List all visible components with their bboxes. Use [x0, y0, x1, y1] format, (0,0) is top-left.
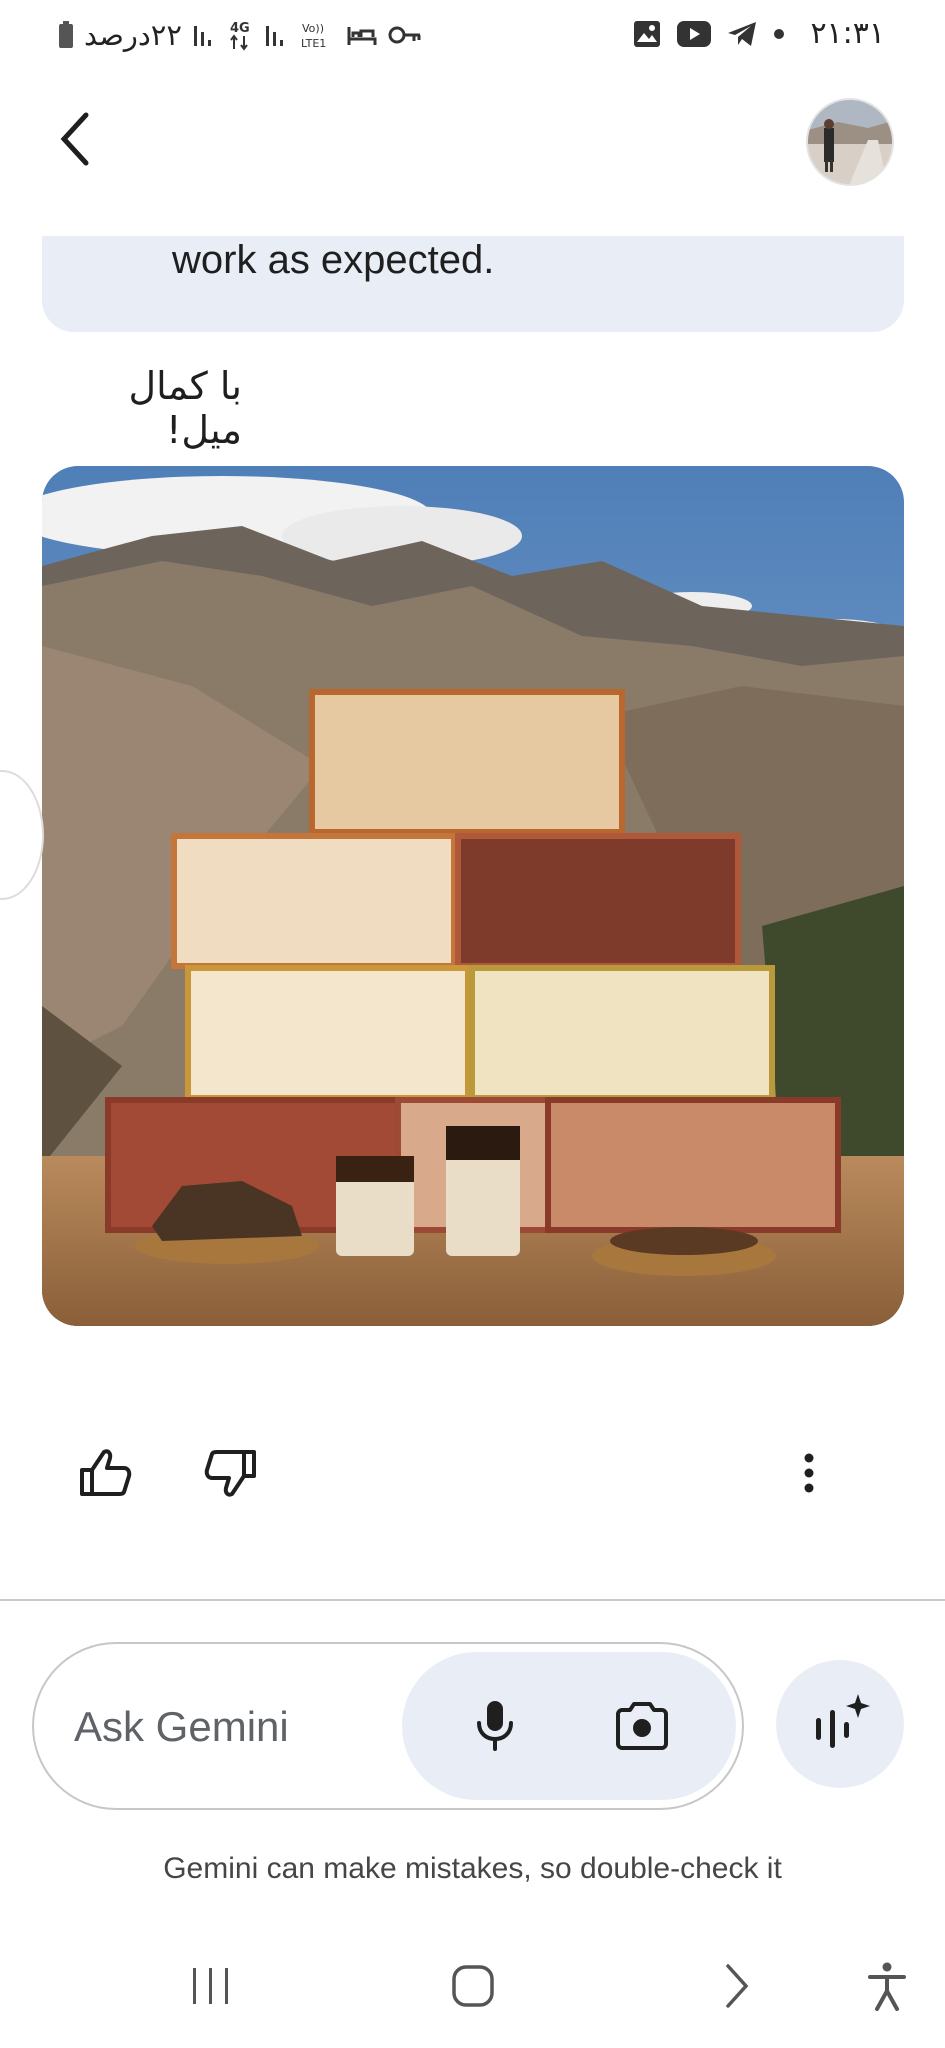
- status-time: ۲۱:۳۱: [810, 16, 885, 51]
- svg-text:Vo)): Vo)): [302, 22, 324, 35]
- more-vert-icon: [804, 1453, 814, 1493]
- svg-text:LTE1: LTE1: [301, 37, 326, 50]
- chevron-left-icon: [60, 112, 89, 166]
- back-nav-button[interactable]: [692, 1946, 782, 2026]
- gemini-live-button[interactable]: [776, 1660, 904, 1788]
- back-icon: [726, 1964, 749, 2008]
- signal-icon: [193, 26, 211, 46]
- assistant-reply-text: با کمال میل!: [128, 364, 242, 452]
- gallery-icon: [634, 21, 660, 47]
- home-icon: [452, 1965, 494, 2007]
- composer-divider: [0, 1599, 945, 1601]
- volte-icon: Vo)) LTE1: [301, 22, 326, 50]
- composer: [32, 1642, 744, 1810]
- ask-gemini-input[interactable]: [74, 1688, 394, 1766]
- microphone-icon: [477, 1701, 513, 1751]
- back-button[interactable]: [46, 104, 102, 174]
- accessibility-button[interactable]: [842, 1946, 932, 2026]
- camera-button[interactable]: [602, 1686, 682, 1766]
- dot-icon: [774, 29, 784, 39]
- recents-button[interactable]: [166, 1946, 256, 2026]
- more-options-button[interactable]: [774, 1438, 844, 1508]
- thumbs-down-icon: [204, 1450, 256, 1497]
- microphone-button[interactable]: [455, 1686, 535, 1766]
- accessibility-icon: [868, 1962, 906, 2011]
- user-avatar[interactable]: [806, 98, 894, 186]
- user-message-bubble: work as expected.: [42, 236, 904, 332]
- key-icon: [388, 26, 421, 44]
- network-4g-icon: 4G: [230, 21, 250, 51]
- disclaimer-text: Gemini can make mistakes, so double-chec…: [163, 1852, 782, 1885]
- status-icons-right: [633, 20, 785, 48]
- bed-icon: [347, 27, 377, 45]
- status-icons-left: ۲۲درصد 4G Vo)) LTE1: [58, 18, 422, 52]
- battery-text: ۲۲درصد: [84, 18, 182, 52]
- recents-icon: [193, 1968, 228, 2004]
- svg-text:4G: 4G: [230, 21, 250, 36]
- composer-tools: [402, 1652, 736, 1800]
- avatar-photo: [808, 100, 892, 184]
- battery-icon: [59, 21, 73, 48]
- status-bar: ۲۲درصد 4G Vo)) LTE1 ۲۱:۳۱: [0, 0, 945, 74]
- thumbs-up-button[interactable]: [70, 1438, 140, 1508]
- edge-panel-handle[interactable]: [0, 770, 44, 900]
- gemini-live-icon: [816, 1694, 870, 1748]
- camera-icon: [616, 1702, 668, 1750]
- thumbs-down-button[interactable]: [196, 1438, 266, 1508]
- user-message-text: work as expected.: [172, 238, 495, 282]
- thumbs-up-icon: [80, 1449, 132, 1496]
- signal-icon: [265, 26, 283, 46]
- generated-image-illustration: [42, 466, 904, 1326]
- home-button[interactable]: [428, 1946, 518, 2026]
- telegram-icon: [728, 22, 756, 46]
- youtube-icon: [677, 21, 711, 47]
- generated-image[interactable]: [42, 466, 904, 1326]
